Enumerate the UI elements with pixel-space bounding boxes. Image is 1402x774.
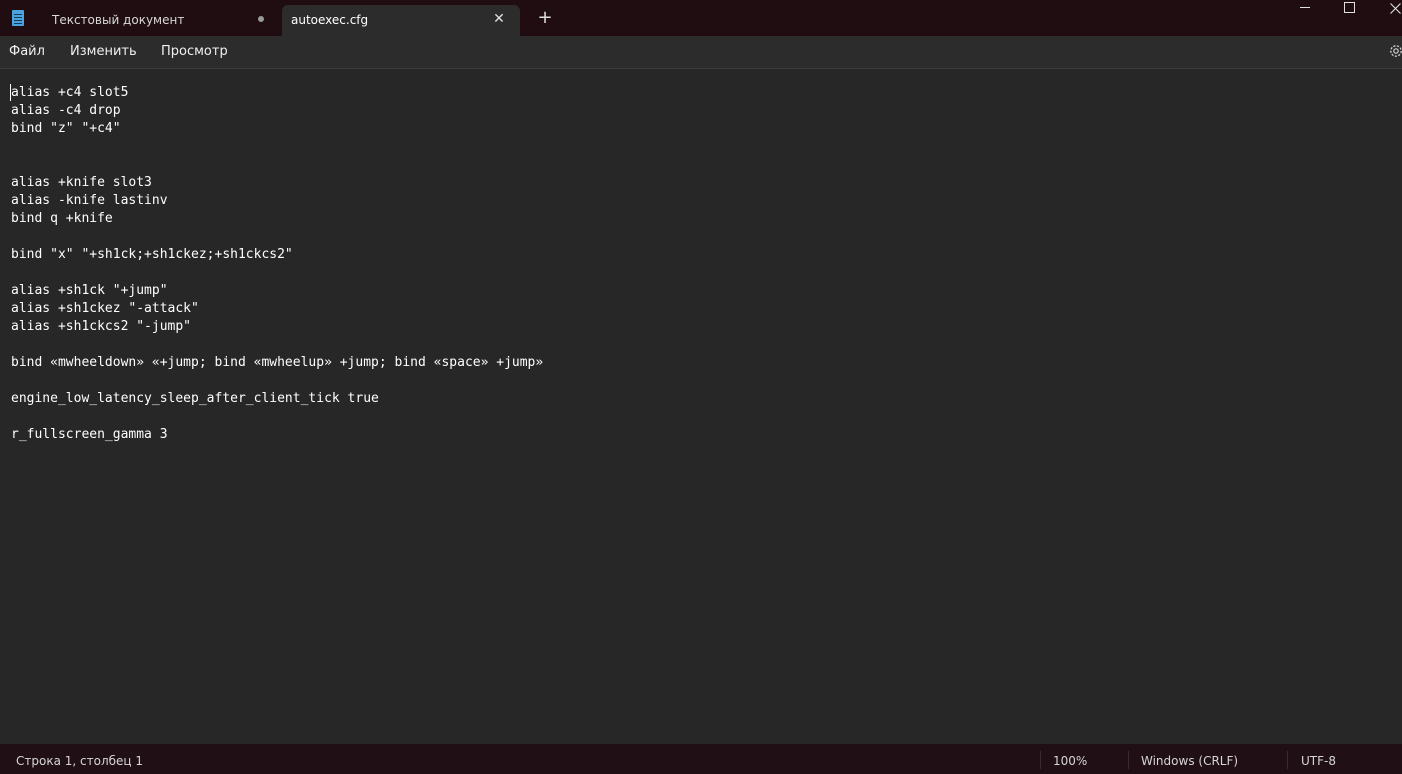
new-tab-button[interactable]: + xyxy=(536,9,554,27)
gear-icon[interactable] xyxy=(1388,43,1402,59)
close-icon xyxy=(1389,3,1401,14)
close-tab-icon[interactable]: ✕ xyxy=(491,11,507,27)
maximize-icon xyxy=(1343,2,1355,13)
minimize-icon xyxy=(1300,7,1310,8)
tab-label: autoexec.cfg xyxy=(291,13,369,27)
status-divider xyxy=(1128,751,1129,769)
tab-autoexec[interactable]: autoexec.cfg ✕ xyxy=(282,5,520,36)
tab-text-document[interactable]: Текстовый документ xyxy=(36,5,278,36)
status-bar: Строка 1, столбец 1 100% Windows (CRLF) … xyxy=(0,744,1402,774)
unsaved-dot-icon xyxy=(258,16,264,22)
tab-label: Текстовый документ xyxy=(52,13,185,27)
maximize-button[interactable] xyxy=(1326,0,1372,18)
menu-file[interactable]: Файл xyxy=(9,44,45,59)
editor-content[interactable]: alias +c4 slot5 alias -c4 drop bind "z" … xyxy=(11,84,543,444)
minimize-button[interactable] xyxy=(1282,0,1328,18)
notepad-window: Текстовый документ autoexec.cfg ✕ + Файл… xyxy=(0,0,1402,774)
line-endings[interactable]: Windows (CRLF) xyxy=(1141,754,1238,768)
status-divider xyxy=(1287,751,1288,769)
cursor-position: Строка 1, столбец 1 xyxy=(16,754,144,768)
menu-view[interactable]: Просмотр xyxy=(161,44,228,59)
menu-bar: Файл Изменить Просмотр xyxy=(0,36,1402,69)
status-divider xyxy=(1040,751,1041,769)
menu-edit[interactable]: Изменить xyxy=(70,44,137,59)
title-bar: Текстовый документ autoexec.cfg ✕ + xyxy=(0,0,1402,36)
notepad-app-icon xyxy=(12,10,24,26)
zoom-level[interactable]: 100% xyxy=(1053,754,1087,768)
text-editor[interactable]: alias +c4 slot5 alias -c4 drop bind "z" … xyxy=(0,69,1402,744)
encoding[interactable]: UTF-8 xyxy=(1301,754,1336,768)
close-window-button[interactable] xyxy=(1372,0,1402,18)
